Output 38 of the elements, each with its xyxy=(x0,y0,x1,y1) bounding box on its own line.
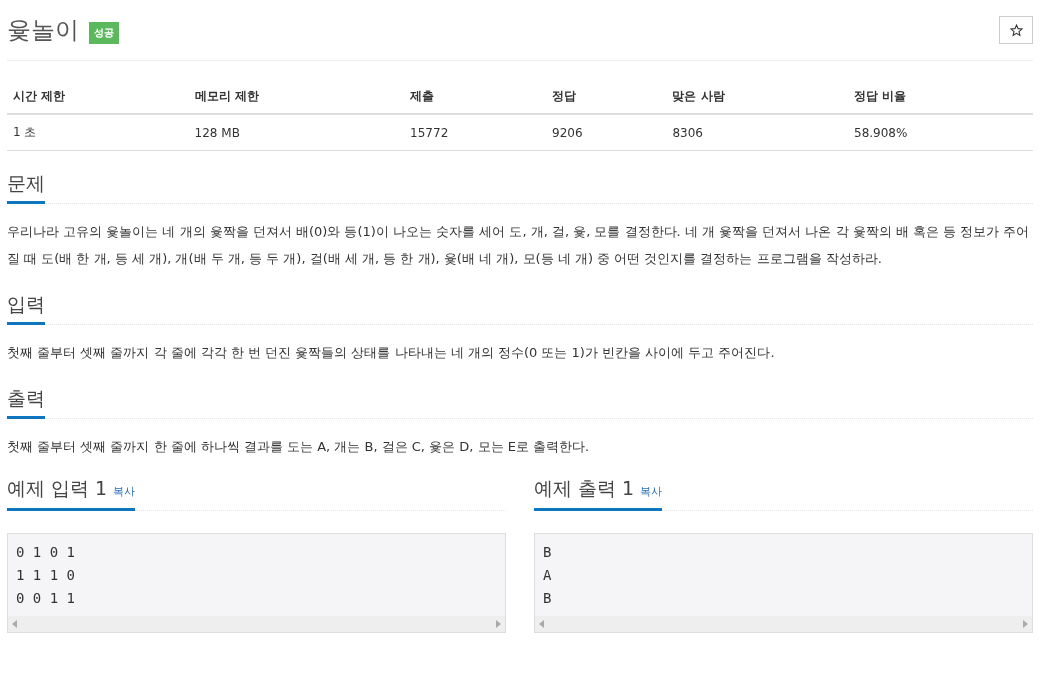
scroll-right-icon[interactable] xyxy=(1023,620,1028,628)
section-heading: 입력 xyxy=(7,292,45,325)
table-cell: 15772 xyxy=(404,114,547,151)
favorite-button[interactable] xyxy=(999,16,1033,44)
column-header: 메모리 제한 xyxy=(188,77,405,114)
status-badge: 성공 xyxy=(89,22,119,44)
table-cell: 128 MB xyxy=(188,114,405,151)
section-text: 첫째 줄부터 셋째 줄까지 각 줄에 각각 한 번 던진 윷짝들의 상태를 나타내는 네 개의 정수(0 또는 1)가 빈칸을 사이에 두고 주어진다. xyxy=(7,344,776,362)
code-line: 1 1 1 0 xyxy=(16,566,76,585)
horizontal-scrollbar[interactable] xyxy=(8,616,505,632)
code-line: 0 0 1 1 xyxy=(16,589,76,608)
table-cell: 8306 xyxy=(666,114,848,151)
code-line: 0 1 0 1 xyxy=(16,543,76,562)
star-icon xyxy=(1009,23,1023,37)
section-heading: 문제 xyxy=(7,171,45,204)
code-line: B xyxy=(543,543,553,562)
table-cell: 9206 xyxy=(546,114,667,151)
column-header: 맞은 사람 xyxy=(666,77,848,114)
sample-heading: 예제 입력 1 xyxy=(7,476,108,501)
scroll-right-icon[interactable] xyxy=(496,620,501,628)
table-cell: 58.908% xyxy=(848,114,1033,151)
code-line: A xyxy=(543,566,553,585)
sample-heading: 예제 출력 1 xyxy=(534,476,635,501)
scroll-left-icon[interactable] xyxy=(12,620,17,628)
column-header: 시간 제한 xyxy=(7,77,189,114)
table-cell: 1 초 xyxy=(7,114,189,151)
copy-link[interactable]: 복사 xyxy=(113,484,136,499)
problem-title: 윷놀이 xyxy=(7,15,79,46)
code-line: B xyxy=(543,589,553,608)
section-text: 첫째 줄부터 셋째 줄까지 한 줄에 하나씩 결과를 도는 A, 개는 B, 걸은 C, 윷은 D, 모는 E로 출력한다. xyxy=(7,438,591,456)
section-text: 우리나라 고유의 윷놀이는 네 개의 윷짝을 던져서 배(0)와 등(1)이 나오는 숫자를 세어 도, 개, 걸, 윷, 모를 결정한다. 네 개 윷짝을 던져서 나온 각 윷짝의 배 혹은 등 정보가 주어질 때 도(배 한 개, 등 세 개), 개(배 두 개, 등 두 개), 걸(배 세 개, 등 한 개), 윷(배 네 개), 모(등 네 개) 중 어떤 것인지를 결정하는 프로그램을 작성하라. xyxy=(7,223,1031,268)
copy-link[interactable]: 복사 xyxy=(640,484,663,499)
horizontal-scrollbar[interactable] xyxy=(535,616,1032,632)
section-heading: 출력 xyxy=(7,386,45,419)
column-header: 제출 xyxy=(404,77,547,114)
column-header: 정답 xyxy=(546,77,667,114)
scroll-left-icon[interactable] xyxy=(539,620,544,628)
column-header: 정답 비율 xyxy=(848,77,1033,114)
